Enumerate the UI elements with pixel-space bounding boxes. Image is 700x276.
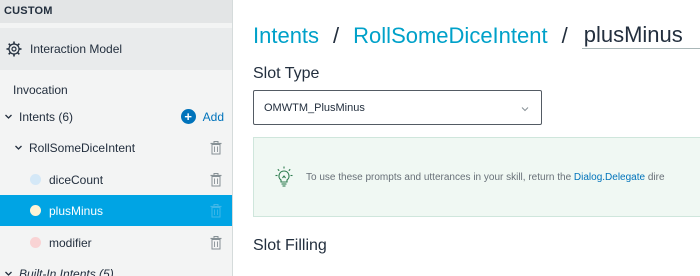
sidebar-item-slot-modifier[interactable]: modifier — [0, 227, 232, 258]
sidebar-item-slot-dicecount[interactable]: diceCount — [0, 164, 232, 195]
chevron-down-icon[interactable] — [14, 143, 23, 152]
sidebar-item-interaction-model[interactable]: Interaction Model — [0, 28, 232, 70]
sidebar-item-label: diceCount — [49, 172, 104, 187]
sidebar-item-slot-plusminus[interactable]: plusMinus — [0, 195, 232, 226]
add-label: Add — [202, 109, 224, 124]
sidebar-item-label: Invocation — [13, 82, 68, 97]
lightbulb-icon — [272, 165, 296, 189]
chevron-down-icon[interactable] — [4, 112, 13, 121]
dialog-delegate-link[interactable]: Dialog.Delegate — [574, 172, 645, 183]
info-message: To use these prompts and utterances in y… — [306, 172, 665, 183]
sidebar-item-label: Built-In Intents (5) — [19, 266, 114, 276]
slot-filling-heading: Slot Filling — [253, 237, 327, 254]
add-intent-button[interactable]: + Add — [180, 109, 224, 124]
breadcrumb-intents-link[interactable]: Intents — [253, 23, 319, 49]
chevron-down-icon[interactable] — [4, 269, 13, 276]
breadcrumb-intent-link[interactable]: RollSomeDiceIntent — [353, 23, 547, 49]
plus-circle-icon: + — [180, 109, 196, 124]
slot-color-dot — [30, 237, 41, 248]
sidebar-item-label: plusMinus — [49, 203, 104, 218]
sidebar-item-label: Intents (6) — [19, 109, 74, 124]
slot-type-heading: Slot Type — [253, 65, 320, 82]
trash-icon[interactable] — [210, 236, 222, 250]
breadcrumb-separator: / — [561, 23, 568, 48]
info-text: To use these prompts and utterances in y… — [306, 171, 574, 183]
trash-icon[interactable] — [210, 204, 222, 218]
trash-icon[interactable] — [210, 173, 222, 187]
sidebar-item-label: Interaction Model — [30, 42, 123, 56]
breadcrumb: Intents / RollSomeDiceIntent / plusMinus — [253, 22, 700, 49]
gear-icon — [6, 41, 22, 57]
sidebar-item-label: RollSomeDiceIntent — [29, 140, 136, 155]
sidebar-item-intents[interactable]: Intents (6) + Add — [0, 101, 232, 132]
dialog-delegate-info-box: To use these prompts and utterances in y… — [253, 137, 700, 217]
section-title: CUSTOM — [0, 0, 232, 23]
slot-type-select[interactable]: OMWTM_PlusMinus — [253, 90, 542, 125]
main-content: Intents / RollSomeDiceIntent / plusMinus… — [234, 0, 700, 276]
breadcrumb-separator: / — [333, 23, 340, 48]
slot-color-dot — [30, 205, 41, 216]
info-text-tail: dire — [645, 171, 665, 183]
sidebar: CUSTOM Interaction Model Invocation Inte… — [0, 0, 233, 276]
slot-color-dot — [30, 174, 41, 185]
sidebar-item-label: modifier — [49, 235, 92, 250]
sidebar-item-intent[interactable]: RollSomeDiceIntent — [0, 132, 232, 163]
trash-icon[interactable] — [210, 141, 222, 155]
sidebar-item-builtin-intents[interactable]: Built-In Intents (5) — [0, 258, 232, 276]
slot-name-field[interactable]: plusMinus — [581, 22, 700, 49]
slot-type-value: OMWTM_PlusMinus — [264, 101, 365, 114]
chevron-down-icon — [521, 104, 529, 112]
